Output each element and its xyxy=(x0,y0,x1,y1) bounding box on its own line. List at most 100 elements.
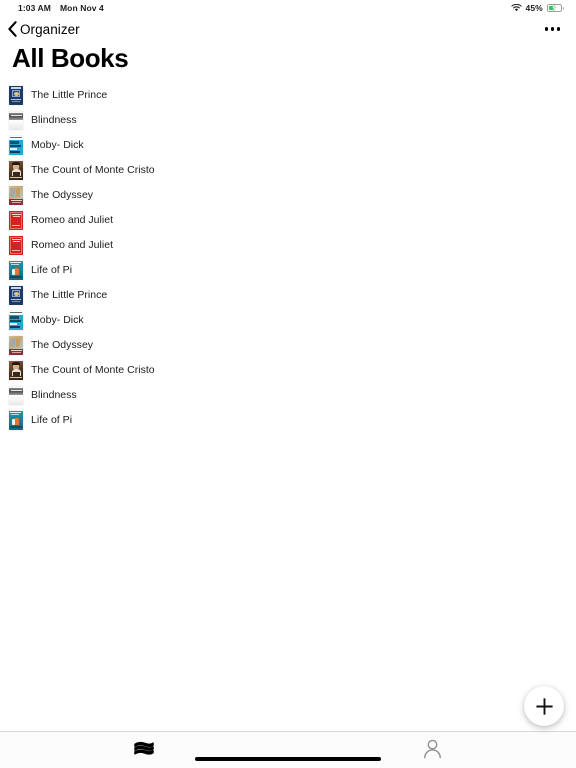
cover-art-detail xyxy=(11,414,19,416)
status-bar-date: Mon Nov 4 xyxy=(59,3,104,13)
book-title: Life of Pi xyxy=(31,414,73,427)
battery-body xyxy=(546,4,562,12)
cover-art-detail xyxy=(12,361,20,365)
book-cover-the-odyssey xyxy=(9,335,23,355)
wifi-icon xyxy=(510,4,522,12)
cover-art-detail xyxy=(11,264,19,266)
cover-art-detail xyxy=(10,148,17,151)
book-title: Blindness xyxy=(31,114,77,127)
ellipsis-icon-dot xyxy=(556,27,560,31)
cover-art-detail xyxy=(10,151,20,153)
book-cover-romeo-and-juliet xyxy=(9,235,23,255)
book-cover-blindness xyxy=(9,385,23,405)
cover-art-detail xyxy=(11,287,21,289)
cover-art-detail xyxy=(13,91,19,96)
book-list-item[interactable]: Blindness xyxy=(0,108,576,133)
cover-art-detail xyxy=(16,188,20,197)
cover-art-detail xyxy=(10,262,21,264)
book-list-item[interactable]: The Count of Monte Cristo xyxy=(0,358,576,383)
cover-art-detail xyxy=(12,250,20,252)
book-list-item[interactable]: The Little Prince xyxy=(0,283,576,308)
book-cover-life-of-pi xyxy=(9,260,23,280)
book-title: The Odyssey xyxy=(31,189,94,202)
cover-art-detail xyxy=(12,171,20,180)
book-list-item[interactable]: Moby- Dick xyxy=(0,308,576,333)
chevron-left-icon xyxy=(8,21,17,37)
cover-art-detail xyxy=(11,352,21,354)
book-list-item[interactable]: Romeo and Juliet xyxy=(0,208,576,233)
book-title: Life of Pi xyxy=(31,264,73,277)
tab-bar xyxy=(0,731,576,768)
cover-art-detail xyxy=(9,120,23,130)
book-cover-romeo-and-juliet xyxy=(9,210,23,230)
cover-art-detail xyxy=(12,301,20,303)
book-cover-the-odyssey xyxy=(9,185,23,205)
cover-art-detail xyxy=(10,200,22,202)
book-list-item[interactable]: Blindness xyxy=(0,383,576,408)
cover-art-detail xyxy=(10,337,15,347)
status-bar: 1:03 AM Mon Nov 4 45% xyxy=(0,0,576,16)
book-cover-moby-dick xyxy=(9,310,23,330)
cover-art-detail xyxy=(10,377,22,379)
book-cover-moby-dick xyxy=(9,135,23,155)
book-list-item[interactable]: Romeo and Juliet xyxy=(0,233,576,258)
cover-art-detail xyxy=(10,141,19,144)
page-title: All Books xyxy=(12,43,129,73)
person-icon xyxy=(423,739,441,759)
cover-art-detail xyxy=(10,177,22,179)
cover-art-detail xyxy=(12,268,15,275)
book-list-item[interactable]: The Little Prince xyxy=(0,83,576,108)
book-list-item[interactable]: The Odyssey xyxy=(0,333,576,358)
plus-icon xyxy=(535,697,553,715)
cover-art-detail xyxy=(10,187,15,197)
back-button-label: Organizer xyxy=(20,21,80,37)
battery-tip xyxy=(562,6,564,10)
book-title: Moby- Dick xyxy=(31,314,84,327)
cover-art-detail xyxy=(12,241,20,243)
cover-art-detail xyxy=(9,395,23,405)
cover-art-detail xyxy=(12,216,20,218)
book-title: The Little Prince xyxy=(31,289,108,302)
more-options-button[interactable] xyxy=(543,21,562,36)
book-cover-blindness xyxy=(9,110,23,130)
book-cover-the-little-prince xyxy=(9,85,23,105)
cover-art-detail xyxy=(10,426,22,429)
cover-art-detail xyxy=(11,214,21,216)
ellipsis-icon-dot xyxy=(550,27,555,31)
ellipsis-icon-dot xyxy=(544,27,549,31)
cover-art-detail xyxy=(10,412,21,414)
book-list-item[interactable]: The Odyssey xyxy=(0,183,576,208)
cover-art-detail xyxy=(11,98,21,100)
battery-charging-bolt-icon xyxy=(551,4,557,12)
back-button[interactable]: Organizer xyxy=(6,20,80,38)
book-cover-the-count-of-monte-cristo xyxy=(9,160,23,180)
book-list-item[interactable]: Life of Pi xyxy=(0,258,576,283)
book-title: Romeo and Juliet xyxy=(31,214,114,227)
status-bar-left: 1:03 AM Mon Nov 4 xyxy=(18,3,104,13)
status-bar-time: 1:03 AM xyxy=(18,3,51,13)
status-bar-right: 45% xyxy=(510,3,564,13)
book-title: Romeo and Juliet xyxy=(31,239,114,252)
book-title: The Little Prince xyxy=(31,89,108,102)
cover-art-detail xyxy=(13,291,19,296)
home-indicator xyxy=(195,756,381,761)
book-title: The Count of Monte Cristo xyxy=(31,364,155,377)
cover-art-detail xyxy=(10,389,22,391)
book-list[interactable]: The Little Prince Blindness Moby- Dick The … xyxy=(0,82,576,731)
cover-art-detail xyxy=(10,323,17,326)
book-list-item[interactable]: Life of Pi xyxy=(0,408,576,433)
add-book-button[interactable] xyxy=(524,686,564,726)
cover-art-detail xyxy=(12,225,20,227)
book-title: The Odyssey xyxy=(31,339,94,352)
book-list-item[interactable]: Moby- Dick xyxy=(0,133,576,158)
cover-art-detail xyxy=(11,202,21,204)
cover-art-detail xyxy=(11,298,21,300)
book-list-item[interactable]: The Count of Monte Cristo xyxy=(0,158,576,183)
app-screen: 1:03 AM Mon Nov 4 45% Organizer All Book… xyxy=(0,0,576,768)
cover-art-detail xyxy=(10,136,22,138)
battery-percent-label: 45% xyxy=(525,3,543,13)
cover-art-detail xyxy=(10,114,22,116)
book-title: The Count of Monte Cristo xyxy=(31,164,155,177)
cover-art-detail xyxy=(12,161,20,165)
cover-art-detail xyxy=(10,326,20,328)
